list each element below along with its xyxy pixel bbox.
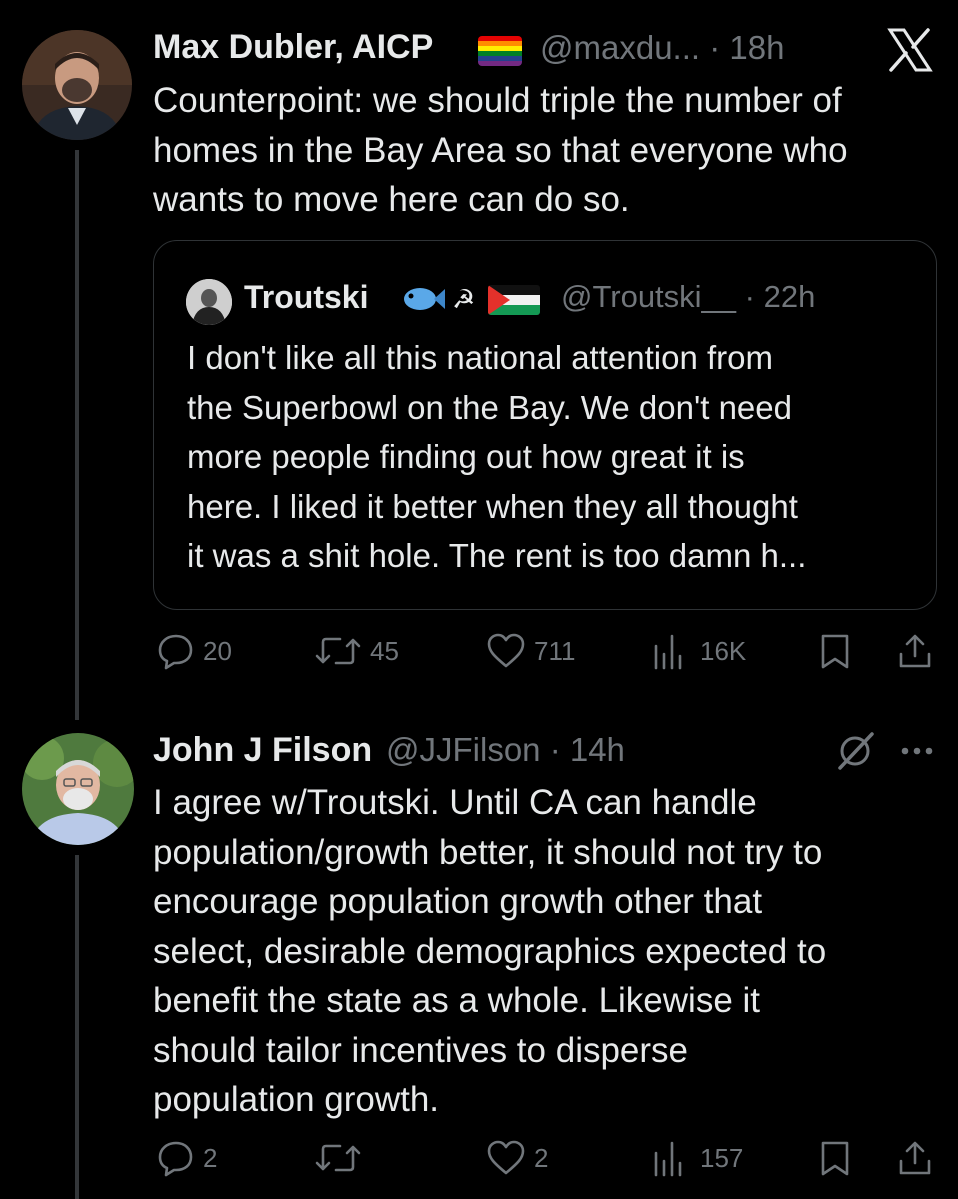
bookmark-icon	[821, 1141, 849, 1176]
retweet-icon	[315, 637, 361, 665]
pride-flag-emoji	[478, 36, 522, 66]
share-button[interactable]	[896, 1139, 934, 1177]
views-icon	[654, 1141, 682, 1177]
hammer-sickle-emoji: ☭	[452, 285, 476, 315]
more-icon[interactable]	[900, 744, 934, 762]
avatar-max-dubler[interactable]	[22, 30, 132, 140]
tweet2-author[interactable]: John J Filson	[153, 731, 372, 770]
bookmark-button[interactable]	[818, 1139, 852, 1177]
tweet1-handle-time[interactable]: @maxdu... · 18h	[540, 29, 784, 67]
avatar-troutski[interactable]	[186, 279, 232, 325]
quote-text-line: I don't like all this national attention…	[187, 339, 773, 376]
tweet2-text-line: I agree w/Troutski. Until CA can handle	[153, 783, 757, 822]
quote-text: I don't like all this national attention…	[187, 333, 927, 581]
thread-line-2	[75, 855, 79, 1199]
like-count: 2	[534, 1142, 549, 1173]
palestine-flag-emoji	[488, 285, 540, 315]
share-icon	[899, 634, 931, 668]
tweet2-text-line: population growth.	[153, 1080, 440, 1119]
quote-author[interactable]: Troutski	[244, 279, 368, 316]
share-button[interactable]	[896, 632, 934, 670]
x-logo-icon[interactable]	[886, 28, 934, 77]
views-button[interactable]: 157	[652, 1139, 743, 1177]
tweet1-text: Counterpoint: we should triple the numbe…	[153, 76, 943, 225]
quote-text-line: more people finding out how great it is	[187, 438, 745, 475]
quote-handle-time[interactable]: @Troutski__ · 22h	[561, 279, 815, 315]
quoted-tweet-card[interactable]: Troutski ☭ @Troutski__ · 22h I don't lik…	[153, 240, 937, 610]
bookmark-icon	[821, 634, 849, 669]
bookmark-button[interactable]	[818, 632, 852, 670]
reply-button[interactable]: 2	[157, 1139, 217, 1177]
like-button[interactable]: 711	[486, 632, 575, 670]
thread-line-1	[75, 150, 79, 720]
retweet-icon	[315, 1144, 361, 1172]
fish-emoji	[400, 281, 446, 322]
tweet1-text-line: wants to move here can do so.	[153, 180, 630, 219]
avatar-john-filson[interactable]	[22, 733, 134, 845]
reply-icon	[158, 1141, 193, 1177]
heart-icon	[487, 633, 525, 668]
tweet2-text-line: should tailor incentives to disperse	[153, 1030, 689, 1070]
retweet-count: 45	[370, 635, 399, 666]
tweet1-text-line: Counterpoint: we should triple the numbe…	[153, 81, 842, 120]
like-button[interactable]: 2	[486, 1139, 548, 1177]
reply-button[interactable]: 20	[157, 632, 232, 670]
retweet-button[interactable]	[314, 1139, 370, 1177]
heart-icon	[487, 1140, 525, 1175]
views-count: 16K	[700, 635, 747, 666]
reply-icon	[158, 634, 193, 670]
views-button[interactable]: 16K	[652, 632, 746, 670]
tweet2-text: I agree w/Troutski. Until CA can handle …	[153, 778, 943, 1125]
reply-count: 2	[203, 1142, 218, 1173]
quote-text-line: the Superbowl on the Bay. We don't need	[187, 388, 792, 426]
tweet2-text-line: population/growth better, it should not …	[153, 832, 823, 872]
views-count: 157	[700, 1142, 744, 1173]
like-count: 711	[534, 635, 576, 666]
quote-text-line: it was a shit hole. The rent is too damn…	[187, 537, 807, 574]
tweet2-text-line: select, desirable demographics expected …	[153, 931, 827, 971]
tweet2-handle-time[interactable]: @JJFilson · 14h	[386, 731, 625, 769]
tweet1-text-line: homes in the Bay Area so that everyone w…	[153, 130, 848, 170]
tweet2-text-line: encourage population growth other that	[153, 882, 763, 921]
quote-text-line: here. I liked it better when they all th…	[187, 487, 798, 525]
reply-count: 20	[203, 635, 232, 666]
grok-icon[interactable]	[834, 730, 876, 777]
views-icon	[654, 634, 682, 670]
tweet2-text-line: benefit the state as a whole. Likewise i…	[153, 981, 761, 1020]
retweet-button[interactable]: 45	[314, 632, 399, 670]
share-icon	[899, 1141, 931, 1175]
tweet1-author[interactable]: Max Dubler, AICP	[153, 28, 433, 67]
